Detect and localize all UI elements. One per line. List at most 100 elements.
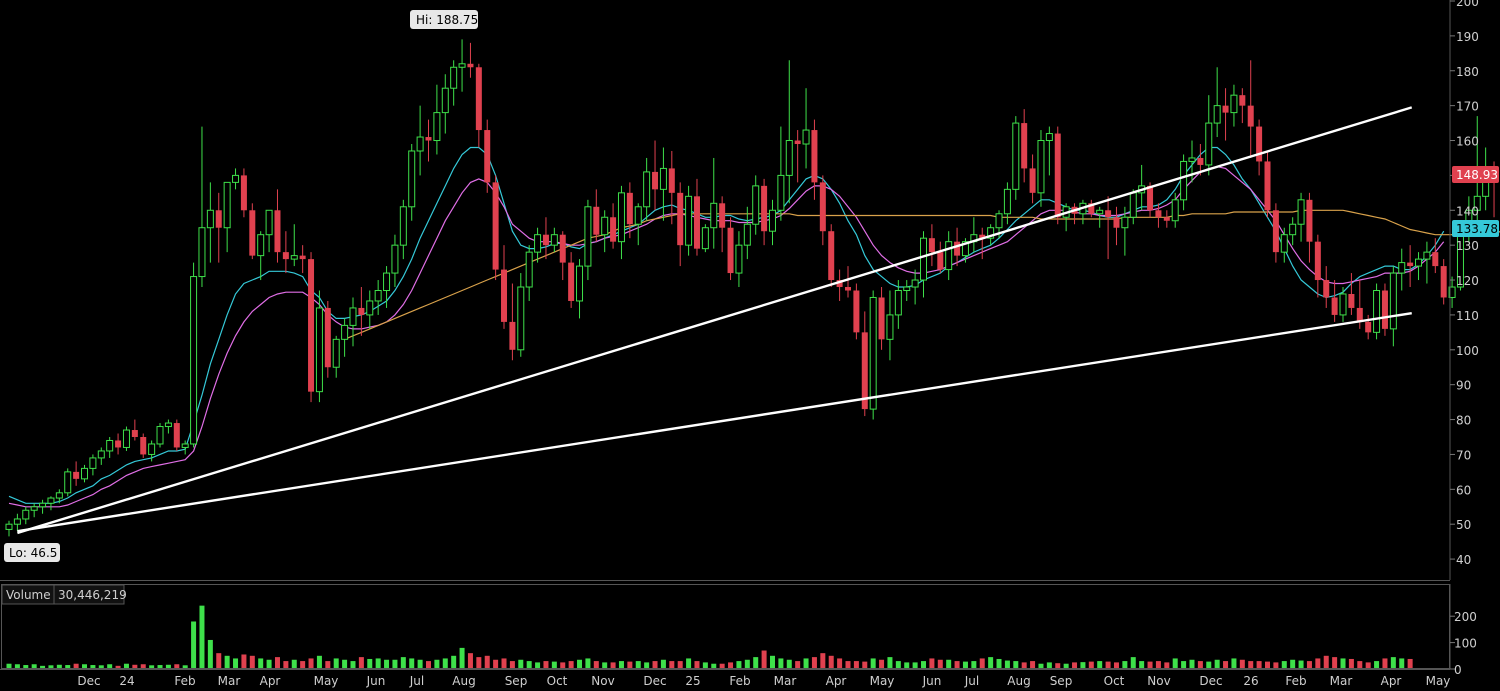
time-tick-label: Nov (591, 674, 614, 688)
volume-bar (1357, 661, 1363, 669)
candle-body-up (450, 66, 458, 89)
volume-bar (1281, 661, 1287, 669)
candle-body-down (954, 241, 961, 256)
volume-bar (946, 659, 952, 669)
time-tick-label: Aug (1007, 674, 1030, 688)
candle-body-up (13, 518, 21, 525)
candle-body-down (1105, 210, 1112, 218)
volume-bar (669, 661, 675, 669)
time-tick-label: Jun (366, 674, 386, 688)
volume-bar (1340, 658, 1346, 669)
candle-body-down (1222, 105, 1229, 113)
volume-tick-label: 100 (1454, 637, 1477, 651)
price-tick-label: 140 (1456, 204, 1479, 218)
volume-bar (291, 659, 297, 669)
time-tick-label: 26 (1243, 674, 1258, 688)
candle-body-up (1037, 140, 1045, 194)
candle-body-down (425, 137, 432, 141)
candle-body-up (920, 237, 928, 281)
candle-body-up (30, 506, 38, 511)
volume-bar (1197, 661, 1203, 669)
volume-bar (241, 654, 247, 669)
volume-bar (988, 657, 994, 669)
candle-body-up (341, 324, 349, 340)
volume-bar (283, 661, 289, 669)
volume-bar (1399, 658, 1405, 669)
time-tick-label: 24 (119, 674, 134, 688)
volume-bar (736, 661, 742, 669)
price-tick-label: 70 (1456, 448, 1471, 462)
candle-body-up (22, 509, 30, 520)
volume-bar (1181, 661, 1187, 669)
candle-body-up (1129, 192, 1137, 218)
candle-body-down (727, 227, 734, 274)
candle-body-down (501, 269, 508, 322)
volume-bar (392, 659, 398, 669)
volume-bar (971, 661, 977, 669)
candle-body-up (399, 206, 407, 246)
price-tick-label: 160 (1456, 135, 1479, 149)
candle-body-up (1012, 122, 1020, 190)
volume-bar (274, 657, 280, 669)
volume-bar (400, 657, 406, 669)
volume-bar (1306, 661, 1312, 669)
volume-bar (367, 658, 373, 669)
volume-bar (409, 658, 415, 669)
candle-body-down (693, 196, 700, 249)
time-axis: Dec 24 Feb Mar Apr May Jun Jul Aug Sep Oct Nov Dec 25… (77, 674, 1450, 688)
volume-bar (216, 653, 222, 669)
candle-body-up (617, 192, 625, 243)
candle-body-down (509, 321, 516, 350)
candle-body-down (1247, 105, 1254, 127)
candle-body-up (1415, 258, 1423, 267)
time-tick-label: Apr (826, 674, 847, 688)
candle-body-up (1121, 216, 1129, 229)
volume-bar (937, 659, 943, 669)
candle-body-down (215, 210, 222, 228)
volume-bar (635, 661, 641, 669)
candle-body-up (525, 251, 533, 288)
volume-bar (300, 661, 306, 669)
candle-body-up (164, 422, 172, 428)
price-tick-label: 180 (1456, 65, 1479, 79)
price-tick-label: 130 (1456, 239, 1479, 253)
time-tick-label: Mar (218, 674, 241, 688)
price-tick-label: 80 (1456, 414, 1471, 428)
volume-bar (870, 658, 876, 669)
volume-bar (677, 661, 683, 669)
volume-value: 30,446,219 (58, 588, 127, 602)
volume-bar (803, 658, 809, 669)
volume-bar (652, 661, 658, 669)
volume-bar (1088, 661, 1094, 669)
stock-chart: 2001901801701601501401301201101009080706… (0, 0, 1500, 688)
candle-body-down (928, 238, 935, 253)
volume-bar (761, 650, 767, 669)
candle-body-down (1407, 262, 1414, 267)
low-label-text: Lo: 46.5 (9, 546, 57, 560)
volume-bar (1155, 661, 1161, 669)
candle-body-up (315, 307, 323, 393)
volume-bar (1189, 659, 1195, 669)
time-tick-label: Mar (1330, 674, 1353, 688)
candle-body-up (349, 307, 357, 326)
candle-body-down (1440, 266, 1447, 298)
candle-body-down (249, 210, 256, 256)
volume-bar (828, 655, 834, 669)
volume-bar (459, 647, 465, 669)
candle-body-down (1264, 161, 1271, 211)
volume-bar (1139, 661, 1145, 669)
volume-bar (526, 661, 532, 669)
candle-body-up (232, 174, 240, 183)
volume-tick-label: 0 (1454, 663, 1462, 677)
time-tick-label: Feb (1285, 674, 1306, 688)
volume-bar (1172, 658, 1178, 669)
volume-bar (1290, 659, 1296, 669)
candle-body-down (73, 471, 80, 479)
candle-body-up (1339, 293, 1347, 316)
volume-bar (862, 661, 868, 669)
candle-body-up (1045, 133, 1053, 142)
volume-bar (493, 659, 499, 669)
time-tick-label: 25 (685, 674, 700, 688)
time-tick-label: Feb (729, 674, 750, 688)
volume-bar (618, 661, 624, 669)
